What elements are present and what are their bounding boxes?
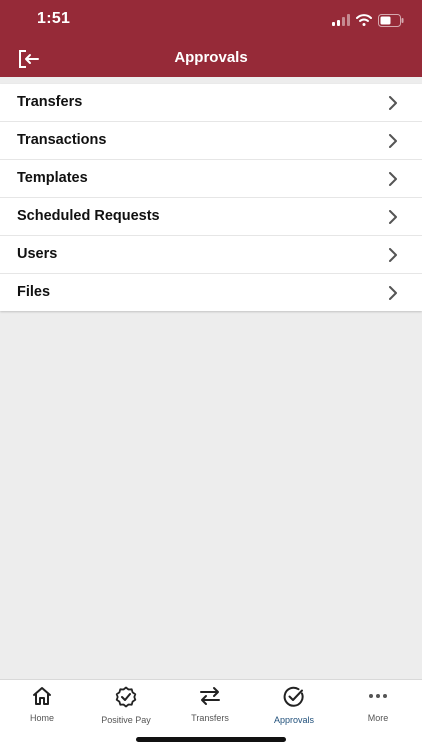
wifi-icon [356, 14, 372, 26]
status-icons [332, 12, 404, 28]
tab-label: Transfers [191, 713, 229, 723]
chevron-right-icon [389, 172, 397, 186]
badge-check-icon [115, 686, 137, 708]
more-dots-icon [369, 694, 387, 698]
menu-item-label: Users [17, 246, 58, 262]
menu-item-templates[interactable]: Templates [0, 160, 422, 198]
tab-positive-pay[interactable]: Positive Pay [84, 686, 168, 725]
check-circle-icon [283, 686, 304, 707]
menu-item-label: Files [17, 284, 51, 300]
home-icon [33, 687, 51, 705]
tab-transfers[interactable]: Transfers [168, 686, 252, 723]
battery-icon [378, 13, 404, 27]
approvals-menu: Transfers Transactions Templates Schedul… [0, 84, 422, 311]
menu-item-label: Transfers [17, 94, 83, 110]
menu-item-label: Transactions [17, 132, 107, 148]
tab-approvals[interactable]: Approvals [252, 686, 336, 725]
chevron-right-icon [389, 248, 397, 262]
menu-item-label: Templates [17, 170, 88, 186]
chevron-right-icon [389, 210, 397, 224]
signal-icon [332, 14, 350, 26]
menu-item-label: Scheduled Requests [17, 208, 160, 224]
menu-item-scheduled-requests[interactable]: Scheduled Requests [0, 198, 422, 236]
app-header: 1:51 Approvals [0, 0, 422, 77]
menu-item-transfers[interactable]: Transfers [0, 84, 422, 122]
swap-arrows-icon [200, 687, 220, 705]
tab-label: More [367, 713, 389, 723]
menu-item-users[interactable]: Users [0, 236, 422, 274]
menu-item-files[interactable]: Files [0, 274, 422, 311]
chevron-right-icon [389, 96, 397, 110]
tab-label: Home [29, 713, 54, 723]
tab-home[interactable]: Home [0, 686, 84, 723]
menu-item-transactions[interactable]: Transactions [0, 122, 422, 160]
chevron-right-icon [389, 286, 397, 300]
tab-label: Approvals [273, 715, 315, 725]
page-title: Approvals [174, 49, 248, 66]
status-time: 1:51 [37, 10, 71, 27]
tab-label: Positive Pay [101, 715, 151, 725]
home-indicator [136, 737, 286, 742]
chevron-right-icon [389, 134, 397, 148]
tab-more[interactable]: More [336, 686, 420, 723]
